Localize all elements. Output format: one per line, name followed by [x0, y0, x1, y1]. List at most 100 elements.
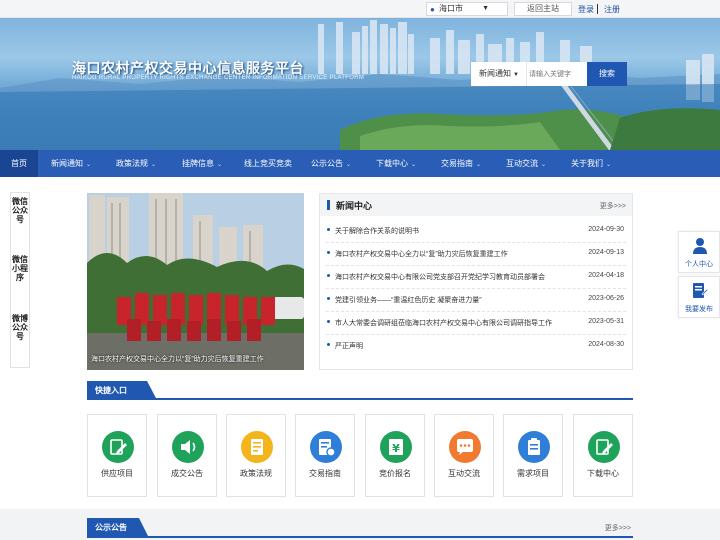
guide-icon	[310, 431, 342, 463]
news-item-date: 2023-06-26	[588, 295, 624, 302]
nav-listing[interactable]: 挂牌信息 ⌄	[182, 150, 222, 177]
quick-entry-label: 政策法规	[240, 469, 272, 478]
news-item[interactable]: 海口农村产权交易中心全力以“复”助力灾后恢复重建工作 2024-09-13	[326, 243, 626, 266]
edit-icon	[102, 431, 134, 463]
search-input[interactable]	[529, 66, 585, 82]
news-item-date: 2023-05-31	[588, 318, 624, 325]
nav-item-label: 交易指南	[441, 159, 473, 168]
quick-entry-label: 下载中心	[587, 469, 619, 478]
quick-entry-trading-guide[interactable]: 交易指南	[295, 414, 355, 497]
search-category-label: 新闻通知	[479, 69, 511, 78]
bullet-icon	[327, 274, 330, 277]
quick-entry-label: 供应项目	[101, 469, 133, 478]
chevron-down-icon: ⌄	[346, 162, 352, 168]
news-item-date: 2024-09-30	[588, 226, 624, 233]
announcement-more-link[interactable]: 更多>>>	[605, 523, 631, 533]
news-item[interactable]: 关于解除合作关系的说明书 2024-09-30	[326, 220, 626, 243]
news-item-title: 关于解除合作关系的说明书	[335, 228, 419, 235]
nav-item-label: 挂牌信息	[182, 159, 214, 168]
quick-entry-supply-projects[interactable]: 供应项目	[87, 414, 147, 497]
nav-policy[interactable]: 政策法规 ⌄	[116, 150, 156, 177]
news-item[interactable]: 党建引领业务——“重温红色历史 凝聚奋进力量” 2023-06-26	[326, 289, 626, 312]
login-link[interactable]: 登录	[578, 4, 594, 15]
quick-entry-label: 需求项目	[517, 469, 549, 478]
news-center-header: 新闻中心 更多>>>	[320, 194, 632, 216]
news-item-title: 严正声明	[335, 343, 363, 350]
publish-icon	[693, 283, 708, 298]
quick-entry-demand-projects[interactable]: 需求项目	[503, 414, 563, 497]
quick-entry-bidding-signup[interactable]: ¥ 竞价报名	[365, 414, 425, 497]
search-box: 新闻通知▼ 搜索	[471, 62, 627, 86]
news-item-title: 海口农村产权交易中心全力以“复”助力灾后恢复重建工作	[335, 251, 508, 258]
chevron-down-icon: ⌄	[86, 162, 92, 168]
weibo-link[interactable]: 微博公众号	[11, 314, 29, 341]
news-item-title: 党建引领业务——“重温红色历史 凝聚奋进力量”	[335, 297, 482, 304]
nav-interaction[interactable]: 互动交流 ⌄	[506, 150, 546, 177]
news-item[interactable]: 海口农村产权交易中心有限公司党支部召开党纪学习教育动员部署会 2024-04-1…	[326, 266, 626, 289]
announcement-title: 公示公告	[87, 518, 149, 538]
chevron-down-icon: ⌄	[541, 162, 547, 168]
quick-entry-label: 成交公告	[171, 469, 203, 478]
chat-icon	[449, 431, 481, 463]
city-label: 海口市	[439, 4, 463, 13]
return-main-site-link[interactable]: 返回主站	[514, 2, 572, 16]
nav-online-bidding[interactable]: 线上竞买竞卖	[244, 150, 292, 177]
caret-down-icon: ▼	[482, 5, 489, 12]
personal-center-button[interactable]: 个人中心	[678, 231, 720, 273]
city-selector[interactable]: ● 海口市 ▼	[426, 2, 508, 16]
announcement-header: 公示公告 更多>>>	[87, 518, 633, 538]
bullet-icon	[327, 320, 330, 323]
quick-entry-header: 快捷入口	[87, 381, 633, 400]
bullet-icon	[327, 228, 330, 231]
quick-entry-label: 互动交流	[448, 469, 480, 478]
chevron-down-icon: ⌄	[217, 162, 223, 168]
register-link[interactable]: 注册	[604, 4, 620, 15]
nav-guide[interactable]: 交易指南 ⌄	[441, 150, 481, 177]
news-item-date: 2024-08-30	[588, 341, 624, 348]
quick-entry-label: 交易指南	[309, 469, 341, 478]
chevron-down-icon: ⌄	[606, 162, 612, 168]
nav-download[interactable]: 下载中心 ⌄	[376, 150, 416, 177]
news-center-title: 新闻中心	[336, 201, 373, 211]
search-button[interactable]: 搜索	[587, 62, 627, 86]
bullet-icon	[327, 251, 330, 254]
header-banner: 海口农村产权交易中心信息服务平台 HAIKOU RURAL PROPERTY R…	[0, 18, 720, 150]
nav-announcement[interactable]: 公示公告 ⌄	[311, 150, 351, 177]
nav-home[interactable]: 首页	[0, 150, 38, 177]
nav-item-label: 线上竞买竞卖	[244, 159, 292, 168]
news-item[interactable]: 严正声明 2024-08-30	[326, 335, 626, 358]
quick-entry-deal-announcement[interactable]: 成交公告	[157, 414, 217, 497]
bullet-icon	[327, 343, 330, 346]
bullet-icon	[327, 297, 330, 300]
news-more-link[interactable]: 更多>>>	[600, 201, 626, 211]
location-pin-icon: ●	[430, 5, 435, 14]
news-item-title: 海口农村产权交易中心有限公司党支部召开党纪学习教育动员部署会	[335, 274, 545, 281]
nav-item-label: 公示公告	[311, 159, 343, 168]
chevron-down-icon: ⌄	[151, 162, 157, 168]
quick-entry-policy[interactable]: 政策法规	[226, 414, 286, 497]
nav-item-label: 互动交流	[506, 159, 538, 168]
quick-entry-label: 竞价报名	[379, 469, 411, 478]
news-item[interactable]: 市人大常委会调研组莅临海口农村产权交易中心有限公司调研指导工作 2023-05-…	[326, 312, 626, 335]
news-photo-image	[87, 193, 304, 370]
search-category-select[interactable]: 新闻通知 ▼	[471, 62, 527, 86]
nav-news[interactable]: 新闻通知 ⌄	[51, 150, 91, 177]
publish-button[interactable]: 我要发布	[678, 276, 720, 318]
nav-about[interactable]: 关于我们 ⌄	[571, 150, 611, 177]
speaker-icon	[172, 431, 204, 463]
site-subtitle: HAIKOU RURAL PROPERTY RIGHTS EXCHANGE CE…	[72, 75, 365, 81]
quick-entry-download-center[interactable]: 下载中心	[573, 414, 633, 497]
wechat-miniprogram-link[interactable]: 微信小程序	[11, 255, 29, 282]
nav-item-label: 政策法规	[116, 159, 148, 168]
divider	[597, 4, 598, 14]
nav-item-label: 新闻通知	[51, 159, 83, 168]
quick-entry-title: 快捷入口	[87, 381, 157, 400]
nav-item-label: 关于我们	[571, 159, 603, 168]
quick-entry-interaction[interactable]: 互动交流	[434, 414, 494, 497]
news-photo[interactable]: 海口农村产权交易中心全力以“复”助力灾后恢复重建工作	[87, 193, 304, 370]
wechat-official-link[interactable]: 微信公众号	[11, 197, 29, 224]
user-icon	[693, 238, 707, 254]
photo-caption: 海口农村产权交易中心全力以“复”助力灾后恢复重建工作	[91, 356, 264, 363]
section-marker	[327, 200, 330, 210]
svg-text:¥: ¥	[392, 442, 400, 455]
